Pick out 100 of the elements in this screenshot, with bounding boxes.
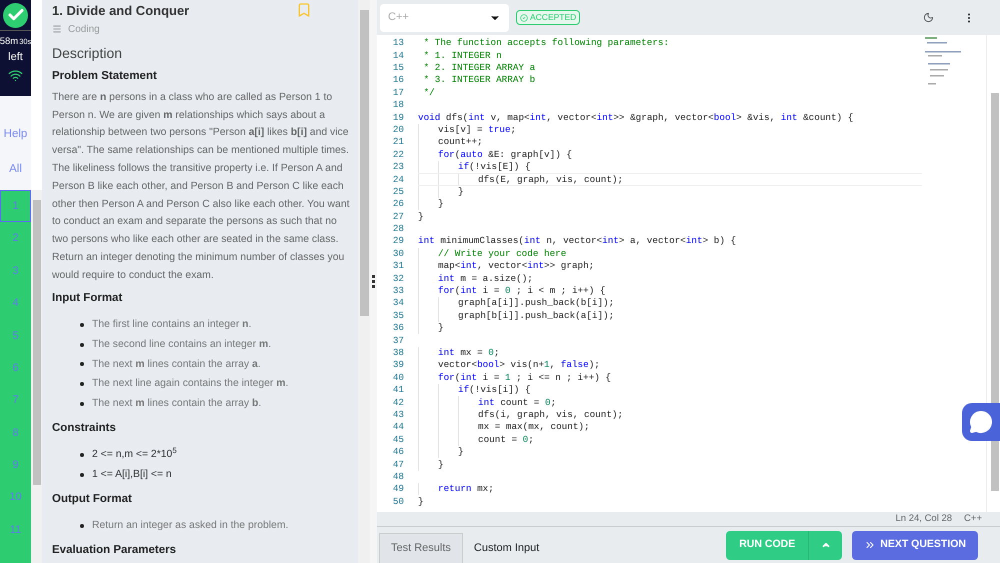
question-number[interactable]: 1 <box>0 190 31 222</box>
code-line: // Write your code here <box>418 248 566 260</box>
question-number[interactable]: 3 <box>0 254 31 288</box>
line-number: 42 <box>392 396 404 410</box>
section-heading: Output Format <box>52 492 133 507</box>
code-line: mx = max(mx, count); <box>418 421 590 434</box>
code-line: dfs(E, graph, vis, count); <box>418 173 922 186</box>
line-number: 38 <box>392 346 404 360</box>
line-number: 21 <box>392 135 404 150</box>
question-number[interactable]: 4 <box>0 287 31 320</box>
bullet-icon <box>80 322 84 327</box>
line-number: 36 <box>392 321 404 336</box>
line-number: 13 <box>392 36 404 50</box>
code-line: } <box>418 186 464 198</box>
code-line: graph[a[i]].push_back(b[i]); <box>418 297 614 310</box>
section-heading: Problem Statement <box>52 68 158 84</box>
code-line: */ <box>422 86 435 99</box>
panel-tab[interactable]: Test Results <box>379 533 463 563</box>
line-number: 23 <box>392 160 404 174</box>
code-line: if(!vis[i]) { <box>418 384 531 396</box>
line-number: 37 <box>392 334 404 348</box>
line-number: 34 <box>392 296 404 310</box>
timer-label: left <box>8 50 23 66</box>
panel-tab[interactable]: Custom Input <box>462 533 550 563</box>
list-text: 1 <= A[i],B[i] <= n <box>92 468 172 482</box>
bullet-icon <box>80 342 84 347</box>
question-number[interactable]: 2 <box>0 222 31 255</box>
scrollbar[interactable] <box>31 190 42 563</box>
dark-mode-icon[interactable] <box>923 12 934 23</box>
line-number: 39 <box>392 358 404 372</box>
code-line: for(auto &E: graph[v]) { <box>418 148 572 161</box>
line-number: 41 <box>392 383 404 398</box>
code-line: for(int i = 0 ; i < m ; i++) { <box>418 284 606 298</box>
code-line: int mx = 0; <box>418 346 500 360</box>
line-number: 48 <box>392 470 404 484</box>
code-line: vector<bool> vis(n+1, false); <box>418 359 600 372</box>
problem-title: 1. Divide and Conquer <box>52 2 190 20</box>
cursor-position: Ln 24, Col 28 <box>896 512 952 526</box>
line-number: 29 <box>392 234 404 248</box>
line-number: 43 <box>392 408 404 422</box>
scrollbar[interactable] <box>358 0 370 563</box>
line-number: 17 <box>392 86 404 100</box>
code-line: * 3. INTEGER ARRAY b <box>422 74 536 87</box>
line-number: 26 <box>392 197 404 212</box>
code-line: count = 0; <box>418 434 534 446</box>
chat-icon <box>969 410 993 434</box>
next-question-button[interactable]: NEXT QUESTION <box>852 530 978 560</box>
code-line: int count = 0; <box>418 396 556 409</box>
list-text: 2 <= n,m <= 2*10$^{5}$ <box>92 447 177 462</box>
line-number: 15 <box>392 61 404 75</box>
line-number: 22 <box>392 148 404 162</box>
question-number[interactable]: 8 <box>0 416 31 450</box>
check-icon <box>3 2 28 28</box>
code-line: * 2. INTEGER ARRAY a <box>422 62 536 74</box>
line-number: 40 <box>392 370 404 385</box>
bookmark-icon[interactable] <box>296 2 312 18</box>
section-heading: Evaluation Parameters <box>52 542 178 558</box>
language-mode: C++ <box>964 512 982 526</box>
line-number: 14 <box>392 48 404 63</box>
code-line: return mx; <box>418 483 494 496</box>
chat-button[interactable] <box>962 403 1000 441</box>
line-number: 47 <box>392 458 404 472</box>
question-number[interactable]: 6 <box>0 352 31 384</box>
list-text: Return an integer as asked in the problem. <box>92 519 288 534</box>
line-number: 45 <box>392 432 404 447</box>
line-number: 20 <box>392 122 404 137</box>
timer: 58m <box>0 35 18 49</box>
wifi-icon <box>8 68 23 83</box>
line-number: 18 <box>392 98 404 112</box>
section-heading: Input Format <box>52 290 124 306</box>
category-label: Coding <box>68 22 100 37</box>
code-line: map<int, vector<int>> graph; <box>418 260 594 272</box>
code-line: * The function accepts following parameters: <box>422 37 670 50</box>
line-number: 30 <box>392 246 404 261</box>
line-number: 28 <box>392 222 404 236</box>
code-line: } <box>418 458 444 471</box>
side-link[interactable]: All <box>9 161 22 177</box>
side-link[interactable]: Help <box>4 126 28 142</box>
language-select[interactable]: C++ <box>380 4 509 32</box>
code-line: } <box>418 198 444 210</box>
section-title: Description <box>52 44 124 63</box>
code-line: for(int i = 1 ; i <= n ; i++) { <box>418 372 612 384</box>
question-number[interactable]: 9 <box>0 449 31 482</box>
question-number[interactable]: 5 <box>0 320 31 352</box>
code-line: void dfs(int v, map<int, vector<int>> &graph, vector<bool> &vis, int &count) { <box>418 111 854 124</box>
double-chevron-icon <box>864 539 876 551</box>
line-number: 46 <box>392 445 404 460</box>
code-line: graph[b[i]].push_back(a[i]); <box>418 310 614 322</box>
line-number: 44 <box>392 420 404 434</box>
resize-handle[interactable] <box>370 0 377 563</box>
code-line: * 1. INTEGER n <box>422 49 502 62</box>
line-number: 16 <box>392 73 404 88</box>
line-number: 33 <box>392 284 404 298</box>
question-number[interactable]: 10 <box>0 482 31 514</box>
question-number[interactable]: 11 <box>0 514 31 546</box>
code-line: } <box>418 322 444 334</box>
line-number: 25 <box>392 184 404 199</box>
question-number[interactable]: 7 <box>0 384 31 417</box>
bullet-icon <box>80 402 84 406</box>
problem-text: There are n persons in a class who are called as Person 1 to Person n. We are given m relationships which says about a relationship between two persons "Person a[i] likes b[i] and vice versa". The same relationships can be mentioned multiple times. The likeliness follows the transitive property i.e. If Person A and Person B like each other, and Person B and Person C like each other then Person A and Person C also like each other. You want to conduct an exam and separate the persons as such that no two persons who like each other are seated in the same class. Return an integer denoting the minimum number of classes you would require to conduct the exam. <box>52 90 350 283</box>
